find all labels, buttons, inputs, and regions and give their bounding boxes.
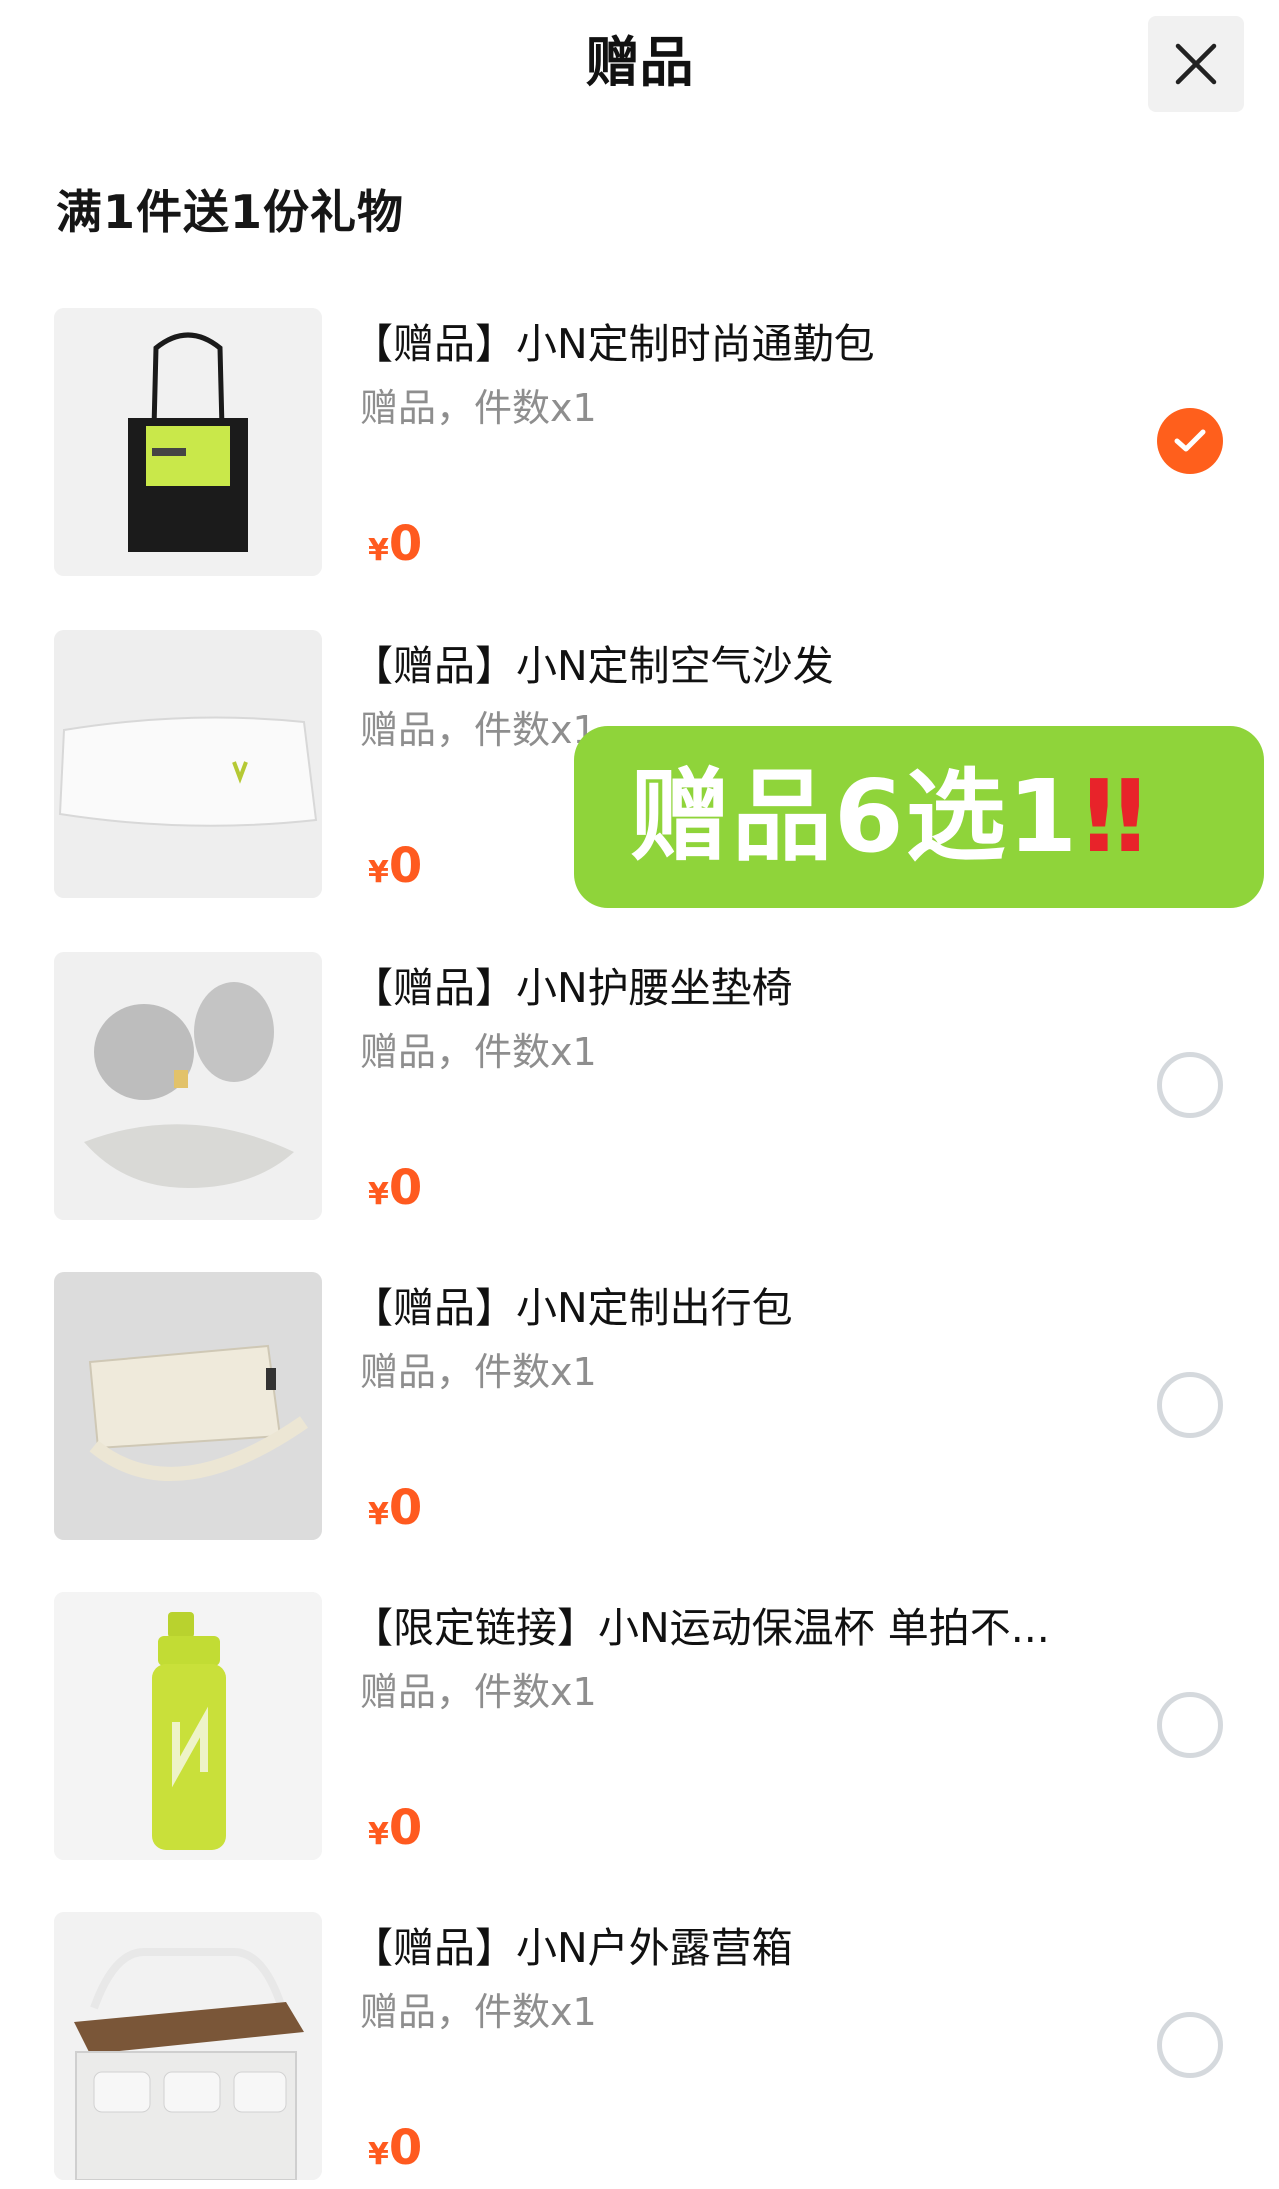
gift-item[interactable]: 【赠品】小N定制时尚通勤包 赠品，件数x1 ¥0 xyxy=(0,308,1279,578)
gift-title: 【赠品】小N定制时尚通勤包 xyxy=(352,320,875,368)
gift-quantity: 赠品，件数x1 xyxy=(360,1990,597,2034)
gift-title: 【赠品】小N定制出行包 xyxy=(352,1284,793,1332)
gift-item[interactable]: 【赠品】小N护腰坐垫椅 赠品，件数x1 ¥0 xyxy=(0,952,1279,1222)
gift-price: ¥0 xyxy=(368,1480,423,1536)
close-icon xyxy=(1175,43,1217,85)
close-button[interactable] xyxy=(1148,16,1244,112)
page-title: 赠品 xyxy=(585,31,694,94)
gift-item[interactable]: 【赠品】小N户外露营箱 赠品，件数x1 ¥0 xyxy=(0,1912,1279,2182)
double-exclamation-icon: ‼ xyxy=(1083,758,1148,875)
check-icon xyxy=(1174,429,1206,452)
gift-price: ¥0 xyxy=(368,1800,423,1856)
promo-overlay-badge: 赠品6选1 ‼ xyxy=(574,726,1264,908)
gift-price: ¥0 xyxy=(368,516,423,572)
gift-image-travel-pouch xyxy=(54,1272,322,1540)
gift-item[interactable]: 【限定链接】小N运动保温杯 单拍不... 赠品，件数x1 ¥0 xyxy=(0,1592,1279,1862)
gift-radio[interactable] xyxy=(1157,1692,1223,1758)
promo-overlay-text: 赠品6选1 xyxy=(630,758,1080,875)
gift-radio[interactable] xyxy=(1157,1052,1223,1118)
gift-price: ¥0 xyxy=(368,2120,423,2176)
gift-image-tote-bag xyxy=(54,308,322,576)
gift-price: ¥0 xyxy=(368,1160,423,1216)
gift-quantity: 赠品，件数x1 xyxy=(360,1350,597,1394)
gift-radio[interactable] xyxy=(1157,1372,1223,1438)
promotion-title: 满1件送1份礼物 xyxy=(56,185,405,239)
gift-quantity: 赠品，件数x1 xyxy=(360,386,597,430)
gift-title: 【赠品】小N护腰坐垫椅 xyxy=(352,964,793,1012)
gift-image-cushion-chair xyxy=(54,952,322,1220)
gift-image-camping-box xyxy=(54,1912,322,2180)
gift-quantity: 赠品，件数x1 xyxy=(360,708,597,752)
gift-item[interactable]: 【赠品】小N定制出行包 赠品，件数x1 ¥0 xyxy=(0,1272,1279,1542)
gift-image-air-sofa xyxy=(54,630,322,898)
gift-radio[interactable] xyxy=(1157,2012,1223,2078)
gift-price: ¥0 xyxy=(368,838,423,894)
gift-radio-selected[interactable] xyxy=(1157,408,1223,474)
gift-image-thermos-bottle xyxy=(54,1592,322,1860)
gift-title: 【限定链接】小N运动保温杯 单拍不... xyxy=(352,1604,1050,1652)
gift-quantity: 赠品，件数x1 xyxy=(360,1030,597,1074)
gift-title: 【赠品】小N户外露营箱 xyxy=(352,1924,793,1972)
gift-quantity: 赠品，件数x1 xyxy=(360,1670,597,1714)
gift-title: 【赠品】小N定制空气沙发 xyxy=(352,642,834,690)
